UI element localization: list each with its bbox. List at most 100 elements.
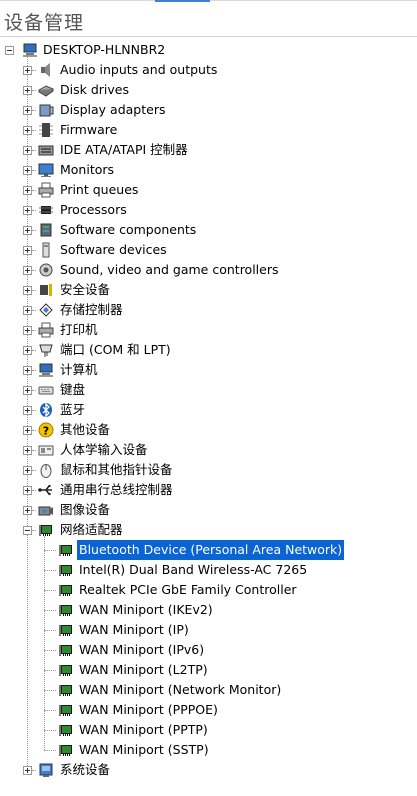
expand-toggle-icon[interactable] xyxy=(23,486,32,495)
tree-device[interactable]: WAN Miniport (L2TP) xyxy=(0,660,417,680)
network-adapter-icon xyxy=(58,642,74,658)
expand-toggle-icon[interactable] xyxy=(23,66,32,75)
tree-item-label: 存储控制器 xyxy=(60,302,123,317)
tree-device[interactable]: Bluetooth Device (Personal Area Network) xyxy=(0,540,417,560)
tree-item-label: Display adapters xyxy=(60,102,166,117)
tree-category[interactable]: 鼠标和其他指针设备 xyxy=(0,460,417,480)
expand-toggle-icon[interactable] xyxy=(23,126,32,135)
expand-toggle-icon[interactable] xyxy=(23,246,32,255)
expand-toggle-icon[interactable] xyxy=(23,206,32,215)
tree-item-label: 通用串行总线控制器 xyxy=(60,482,173,497)
tree-category[interactable]: ? 其他设备 xyxy=(0,420,417,440)
tree-category[interactable]: Software devices xyxy=(0,240,417,260)
network-adapter-icon xyxy=(58,622,74,638)
camera-icon xyxy=(38,502,54,518)
expand-toggle-icon[interactable] xyxy=(23,146,32,155)
tree-category[interactable]: Firmware xyxy=(0,120,417,140)
collapse-toggle-icon[interactable] xyxy=(23,526,32,535)
collapse-toggle-icon[interactable] xyxy=(5,46,14,55)
network-adapter-icon xyxy=(58,662,74,678)
expand-toggle-icon[interactable] xyxy=(23,506,32,515)
tree-device[interactable]: WAN Miniport (PPPOE) xyxy=(0,700,417,720)
tree-device[interactable]: Intel(R) Dual Band Wireless-AC 7265 xyxy=(0,560,417,580)
tree-category[interactable]: 蓝牙 xyxy=(0,400,417,420)
tree-connector xyxy=(32,70,36,71)
tree-category[interactable]: Sound, video and game controllers xyxy=(0,260,417,280)
tree-category[interactable]: Disk drives xyxy=(0,80,417,100)
tree-category[interactable]: Print queues xyxy=(0,180,417,200)
expand-toggle-icon[interactable] xyxy=(23,286,32,295)
tree-category[interactable]: 计算机 xyxy=(0,360,417,380)
tree-connector xyxy=(32,350,36,351)
tree-category[interactable]: 网络适配器 xyxy=(0,520,417,540)
expand-toggle-icon[interactable] xyxy=(23,766,32,775)
tree-category[interactable]: Processors xyxy=(0,200,417,220)
expand-toggle-icon[interactable] xyxy=(23,426,32,435)
firmware-icon xyxy=(38,122,54,138)
expand-toggle-icon[interactable] xyxy=(23,366,32,375)
tree-connector xyxy=(32,290,36,291)
expand-toggle-icon[interactable] xyxy=(23,266,32,275)
tree-category[interactable]: 存储控制器 xyxy=(0,300,417,320)
tree-category[interactable]: 图像设备 xyxy=(0,500,417,520)
network-adapter-icon xyxy=(58,562,74,578)
network-adapter-icon xyxy=(58,702,74,718)
active-tab-indicator xyxy=(155,0,210,2)
tree-item-label: WAN Miniport (PPPOE) xyxy=(79,702,218,717)
tree-category[interactable]: Monitors xyxy=(0,160,417,180)
expand-toggle-icon[interactable] xyxy=(23,326,32,335)
tree-category[interactable]: Software components xyxy=(0,220,417,240)
network-adapter-icon xyxy=(58,742,74,758)
ide-controller-icon xyxy=(38,142,54,158)
expand-toggle-icon[interactable] xyxy=(23,166,32,175)
window-title: 设备管理 xyxy=(4,12,85,34)
tree-connector xyxy=(44,536,45,750)
tree-item-label: Intel(R) Dual Band Wireless-AC 7265 xyxy=(79,562,308,577)
tree-category[interactable]: 系统设备 xyxy=(0,760,417,780)
tree-device[interactable]: WAN Miniport (IP) xyxy=(0,620,417,640)
tree-connector xyxy=(32,530,36,531)
expand-toggle-icon[interactable] xyxy=(23,446,32,455)
tree-item-label: Bluetooth Device (Personal Area Network) xyxy=(77,540,345,560)
tree-item-label: Processors xyxy=(60,202,127,217)
expand-toggle-icon[interactable] xyxy=(23,86,32,95)
expand-toggle-icon[interactable] xyxy=(23,466,32,475)
svg-text:?: ? xyxy=(43,425,49,438)
tree-category[interactable]: Display adapters xyxy=(0,100,417,120)
tree-device[interactable]: WAN Miniport (PPTP) xyxy=(0,720,417,740)
network-adapter-icon xyxy=(58,682,74,698)
tree-device[interactable]: WAN Miniport (SSTP) xyxy=(0,740,417,760)
tree-category[interactable]: 打印机 xyxy=(0,320,417,340)
tree-category[interactable]: 人体学输入设备 xyxy=(0,440,417,460)
expand-toggle-icon[interactable] xyxy=(23,186,32,195)
tree-device[interactable]: Realtek PCIe GbE Family Controller xyxy=(0,580,417,600)
tree-category[interactable]: IDE ATA/ATAPI 控制器 xyxy=(0,140,417,160)
tree-connector xyxy=(32,770,36,771)
expand-toggle-icon[interactable] xyxy=(23,406,32,415)
tree-category[interactable]: 键盘 xyxy=(0,380,417,400)
port-icon xyxy=(38,342,54,358)
expand-toggle-icon[interactable] xyxy=(23,386,32,395)
tree-category[interactable]: 端口 (COM 和 LPT) xyxy=(0,340,417,360)
tree-category[interactable]: 通用串行总线控制器 xyxy=(0,480,417,500)
title-separator xyxy=(0,36,417,37)
display-adapter-icon xyxy=(38,102,54,118)
expand-toggle-icon[interactable] xyxy=(23,346,32,355)
tree-device[interactable]: WAN Miniport (IKEv2) xyxy=(0,600,417,620)
tree-device[interactable]: WAN Miniport (Network Monitor) xyxy=(0,680,417,700)
expand-toggle-icon[interactable] xyxy=(23,106,32,115)
tree-category[interactable]: Audio inputs and outputs xyxy=(0,60,417,80)
expand-toggle-icon[interactable] xyxy=(23,306,32,315)
computer-icon xyxy=(38,362,54,378)
printer-icon xyxy=(38,322,54,338)
tree-category[interactable]: 安全设备 xyxy=(0,280,417,300)
tree-device[interactable]: WAN Miniport (IPv6) xyxy=(0,640,417,660)
computer-icon xyxy=(22,42,38,58)
tree-connector xyxy=(32,90,36,91)
keyboard-icon xyxy=(38,382,54,398)
network-adapter-icon xyxy=(38,522,54,538)
tree-item-label: 系统设备 xyxy=(60,762,111,777)
tree-connector xyxy=(32,230,36,231)
tree-root[interactable]: DESKTOP-HLNNBR2 xyxy=(0,40,417,60)
expand-toggle-icon[interactable] xyxy=(23,226,32,235)
